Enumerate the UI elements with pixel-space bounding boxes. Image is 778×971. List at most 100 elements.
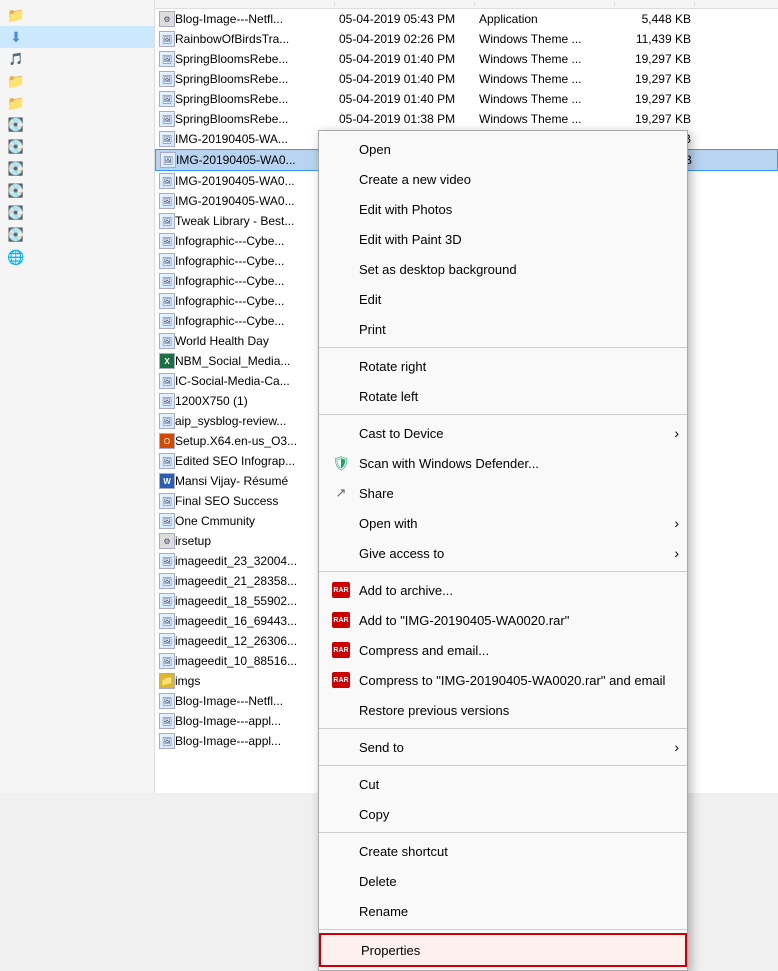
menu-item-rotate-left[interactable]: Rotate left <box>319 381 687 411</box>
menu-item-rename[interactable]: Rename <box>319 896 687 926</box>
menu-item-open[interactable]: Open <box>319 134 687 164</box>
menu-item-rotate-right[interactable]: Rotate right <box>319 351 687 381</box>
menu-item-delete[interactable]: Delete <box>319 866 687 896</box>
file-type: Application <box>475 11 615 27</box>
image-file-icon: 🖼 <box>159 613 175 629</box>
drive-icon: 💽 <box>8 117 24 133</box>
menu-item-create-video[interactable]: Create a new video <box>319 164 687 194</box>
menu-item-share[interactable]: ↗Share <box>319 478 687 508</box>
context-menu: OpenCreate a new video Edit with Photos Ed… <box>318 130 688 971</box>
image-file-icon: 🖼 <box>159 233 175 249</box>
menu-item-give-access[interactable]: Give access to <box>319 538 687 568</box>
menu-item-add-archive[interactable]: RAR Add to archive... <box>319 575 687 605</box>
file-name-cell: 🖼 IMG-20190405-WA0... <box>156 151 336 169</box>
menu-item-edit[interactable]: Edit <box>319 284 687 314</box>
menu-item-set-desktop[interactable]: Set as desktop background <box>319 254 687 284</box>
menu-item-icon <box>331 386 351 406</box>
column-header-name[interactable] <box>155 2 335 6</box>
table-row[interactable]: 🖼 SpringBloomsRebe... 05-04-2019 01:38 P… <box>155 109 778 129</box>
file-name: Blog-Image---Netfl... <box>175 12 283 26</box>
menu-item-copy[interactable]: Copy <box>319 799 687 829</box>
menu-item-print[interactable]: Print <box>319 314 687 344</box>
table-row[interactable]: 🖼 SpringBloomsRebe... 05-04-2019 01:40 P… <box>155 89 778 109</box>
file-type: Windows Theme ... <box>475 31 615 47</box>
file-name-cell: 🖼 SpringBloomsRebe... <box>155 50 335 68</box>
menu-item-label: Restore previous versions <box>359 703 509 718</box>
file-name: IMG-20190405-WA0... <box>176 153 296 167</box>
menu-item-send-to[interactable]: Send to <box>319 732 687 762</box>
menu-item-label: Delete <box>359 874 397 889</box>
image-file-icon: 🖼 <box>159 51 175 67</box>
menu-item-restore-versions[interactable]: Restore previous versions <box>319 695 687 725</box>
file-type: Windows Theme ... <box>475 51 615 67</box>
column-header-size[interactable] <box>615 2 695 6</box>
sidebar-item-videos[interactable]: 📁 <box>0 92 154 114</box>
menu-item-label: Properties <box>361 943 420 958</box>
image-file-icon: 🖼 <box>159 193 175 209</box>
column-header-type[interactable] <box>475 2 615 6</box>
sidebar-item-lenovo[interactable]: 💽 <box>0 202 154 224</box>
menu-item-compress-email[interactable]: RAR Compress and email... <box>319 635 687 665</box>
menu-item-compress-rar-email[interactable]: RAR Compress to "IMG-20190405-WA0020.rar… <box>319 665 687 695</box>
table-row[interactable]: 🖼 SpringBloomsRebe... 05-04-2019 01:40 P… <box>155 69 778 89</box>
menu-item-label: Cut <box>359 777 379 792</box>
file-name-cell: 🖼 One Cmmunity <box>155 512 335 530</box>
file-name-cell: 🖼 1200X750 (1) <box>155 392 335 410</box>
share-icon: ↗ <box>331 483 351 503</box>
sidebar-item-system-reserved[interactable]: 💽 <box>0 136 154 158</box>
menu-item-edit-paint3d[interactable]: Edit with Paint 3D <box>319 224 687 254</box>
menu-item-properties[interactable]: Properties <box>319 933 687 967</box>
file-name: imageedit_21_28358... <box>175 574 297 588</box>
file-type: Windows Theme ... <box>475 91 615 107</box>
explorer-window: 📁 ⬇ 🎵 📁 📁 💽 💽 💽 <box>0 0 778 793</box>
file-name: Infographic---Cybe... <box>175 274 284 288</box>
table-row[interactable]: 🖼 SpringBloomsRebe... 05-04-2019 01:40 P… <box>155 49 778 69</box>
menu-item-cast-device[interactable]: Cast to Device <box>319 418 687 448</box>
menu-item-add-rar[interactable]: RAR Add to "IMG-20190405-WA0020.rar" <box>319 605 687 635</box>
menu-item-icon <box>331 871 351 891</box>
menu-separator <box>319 832 687 833</box>
menu-item-scan-defender[interactable]: 🛡Scan with Windows Defender... <box>319 448 687 478</box>
image-file-icon: 🖼 <box>159 553 175 569</box>
sidebar-item-downloads[interactable]: ⬇ <box>0 26 154 48</box>
app-file-icon: ⚙ <box>159 533 175 549</box>
menu-item-create-shortcut[interactable]: Create shortcut <box>319 836 687 866</box>
menu-item-cut[interactable]: Cut <box>319 769 687 799</box>
sidebar-item-documents[interactable]: 📁 <box>0 4 154 26</box>
table-row[interactable]: 🖼 RainbowOfBirdsTra... 05-04-2019 02:26 … <box>155 29 778 49</box>
menu-item-icon <box>331 513 351 533</box>
file-name-cell: 🖼 Blog-Image---appl... <box>155 712 335 730</box>
file-name: SpringBloomsRebe... <box>175 52 288 66</box>
image-file-icon: 🖼 <box>160 152 176 168</box>
file-name-cell: X NBM_Social_Media... <box>155 352 335 370</box>
file-name-cell: 🖼 imageedit_12_26306... <box>155 632 335 650</box>
menu-item-label: Edit with Photos <box>359 202 452 217</box>
file-name-cell: 🖼 Final SEO Success <box>155 492 335 510</box>
sidebar-item-new-volume[interactable]: 💽 <box>0 224 154 246</box>
menu-item-label: Rename <box>359 904 408 919</box>
music-icon: 🎵 <box>8 51 24 67</box>
file-name: SpringBloomsRebe... <box>175 92 288 106</box>
sidebar-item-music[interactable]: 🎵 <box>0 48 154 70</box>
table-row[interactable]: ⚙ Blog-Image---Netfl... 05-04-2019 05:43… <box>155 9 778 29</box>
menu-separator <box>319 929 687 930</box>
sidebar-item-local-e[interactable]: 💽 <box>0 158 154 180</box>
rar-icon: RAR <box>331 640 351 660</box>
folder-icon: 📁 <box>8 7 24 23</box>
file-name-cell: 🖼 IMG-20190405-WA0... <box>155 172 335 190</box>
menu-item-edit-photos[interactable]: Edit with Photos <box>319 194 687 224</box>
menu-item-icon <box>331 543 351 563</box>
sidebar-item-local-f[interactable]: 💽 <box>0 180 154 202</box>
menu-item-label: Edit with Paint 3D <box>359 232 462 247</box>
file-name: SpringBloomsRebe... <box>175 72 288 86</box>
menu-item-open-with[interactable]: Open with <box>319 508 687 538</box>
file-name: Blog-Image---Netfl... <box>175 694 283 708</box>
image-file-icon: 🖼 <box>159 31 175 47</box>
sidebar-item-network[interactable]: 🌐 <box>0 246 154 268</box>
file-name: IMG-20190405-WA... <box>175 132 288 146</box>
file-name: imgs <box>175 674 200 688</box>
sidebar-item-pictures[interactable]: 📁 <box>0 70 154 92</box>
file-name-cell: 🖼 SpringBloomsRebe... <box>155 90 335 108</box>
column-header-date[interactable] <box>335 2 475 6</box>
sidebar-item-local-c[interactable]: 💽 <box>0 114 154 136</box>
